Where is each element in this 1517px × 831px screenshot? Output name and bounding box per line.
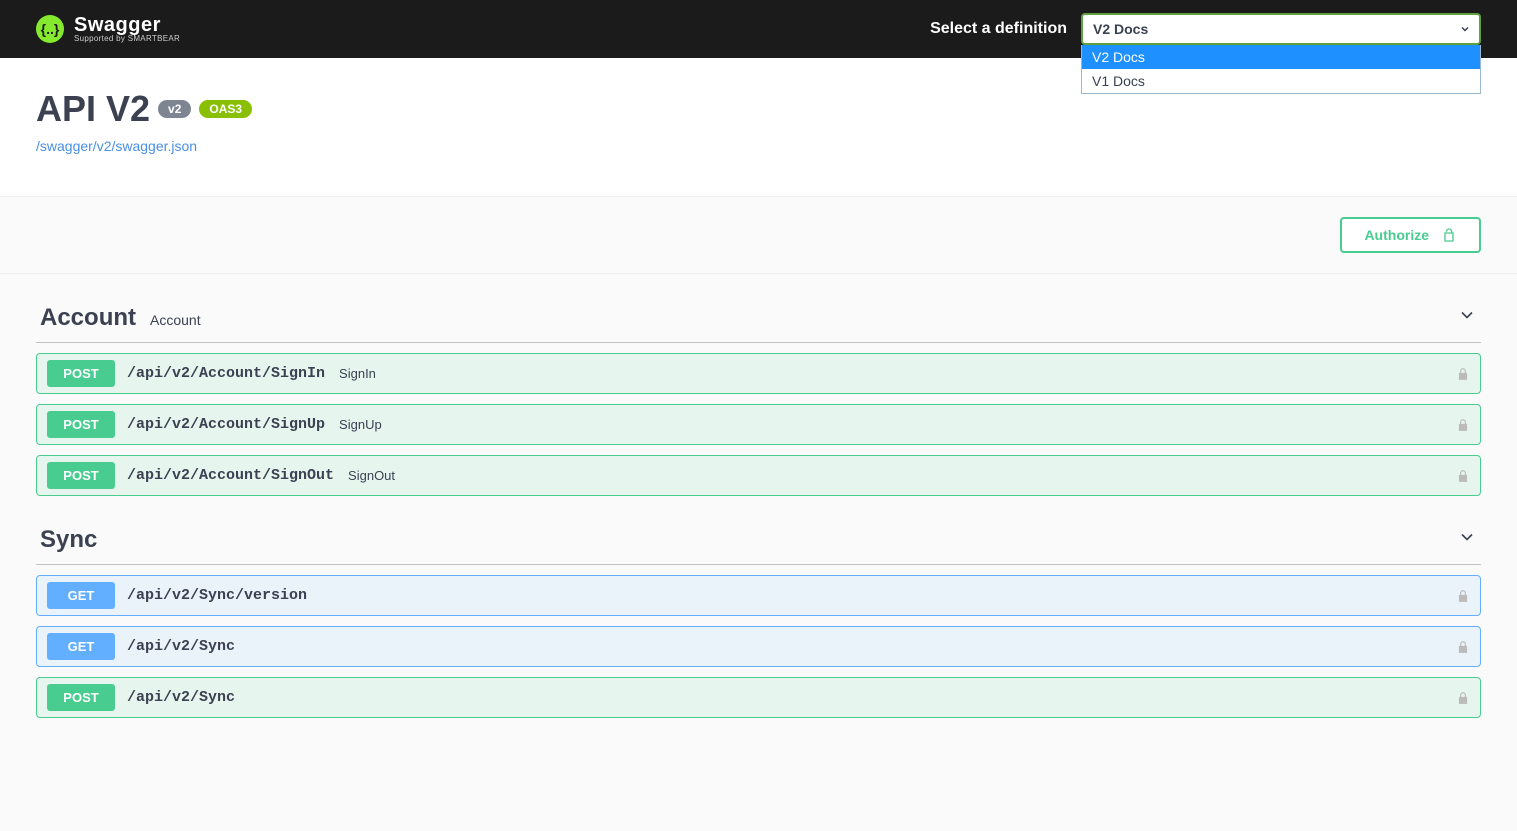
version-badge: v2 [158,100,191,118]
lock-icon[interactable] [1456,418,1470,432]
brand-name: Swagger [74,15,180,35]
operation-summary: SignOut [348,468,395,483]
operation-path: /api/v2/Sync [127,638,235,655]
authorize-section: Authorize [0,197,1517,274]
operation-summary: SignUp [339,417,382,432]
method-badge: GET [47,582,115,609]
tag-description: Account [150,312,201,328]
method-badge: POST [47,462,115,489]
operation-sync-get[interactable]: GET /api/v2/Sync [36,626,1481,667]
oas-badge: OAS3 [199,100,252,118]
operation-path: /api/v2/Account/SignUp [127,416,325,433]
method-badge: POST [47,411,115,438]
authorize-label: Authorize [1364,227,1429,243]
select-definition-label: Select a definition [930,20,1067,38]
method-badge: POST [47,684,115,711]
lock-icon[interactable] [1456,469,1470,483]
operation-sync-version[interactable]: GET /api/v2/Sync/version [36,575,1481,616]
method-badge: POST [47,360,115,387]
operation-path: /api/v2/Account/SignIn [127,365,325,382]
operation-signin[interactable]: POST /api/v2/Account/SignIn SignIn [36,353,1481,394]
operation-path: /api/v2/Sync/version [127,587,307,604]
tag-title: Sync [40,526,97,554]
tag-header-sync[interactable]: Sync [36,516,1481,565]
tag-sync: Sync GET /api/v2/Sync/version GET /api/v… [36,516,1481,718]
definition-option-v2[interactable]: V2 Docs [1082,45,1480,69]
definition-option-v1[interactable]: V1 Docs [1082,69,1480,93]
operation-path: /api/v2/Sync [127,689,235,706]
chevron-down-icon [1457,527,1477,547]
definition-select[interactable]: V2 Docs [1081,13,1481,45]
swagger-logo-icon: {..} [36,15,64,43]
tag-account: Account Account POST /api/v2/Account/Sig… [36,294,1481,496]
operation-sync-post[interactable]: POST /api/v2/Sync [36,677,1481,718]
tag-title: Account [40,304,136,332]
lock-icon[interactable] [1456,589,1470,603]
method-badge: GET [47,633,115,660]
swagger-logo[interactable]: {..} Swagger Supported by SMARTBEAR [36,15,180,43]
operation-signup[interactable]: POST /api/v2/Account/SignUp SignUp [36,404,1481,445]
brand-subtitle: Supported by SMARTBEAR [74,35,180,43]
topbar: {..} Swagger Supported by SMARTBEAR Sele… [0,0,1517,58]
operation-signout[interactable]: POST /api/v2/Account/SignOut SignOut [36,455,1481,496]
definition-dropdown: V2 Docs V1 Docs [1081,45,1481,94]
unlock-icon [1441,227,1457,243]
lock-icon[interactable] [1456,691,1470,705]
authorize-button[interactable]: Authorize [1340,217,1481,253]
spec-url-link[interactable]: /swagger/v2/swagger.json [36,138,197,154]
definition-selected: V2 Docs [1093,21,1148,37]
lock-icon[interactable] [1456,640,1470,654]
lock-icon[interactable] [1456,367,1470,381]
operation-path: /api/v2/Account/SignOut [127,467,334,484]
operation-summary: SignIn [339,366,376,381]
chevron-down-icon [1457,305,1477,325]
chevron-down-icon [1459,23,1471,35]
tag-header-account[interactable]: Account Account [36,294,1481,343]
api-title: API V2 [36,88,150,130]
operations-content: Account Account POST /api/v2/Account/Sig… [0,274,1517,778]
